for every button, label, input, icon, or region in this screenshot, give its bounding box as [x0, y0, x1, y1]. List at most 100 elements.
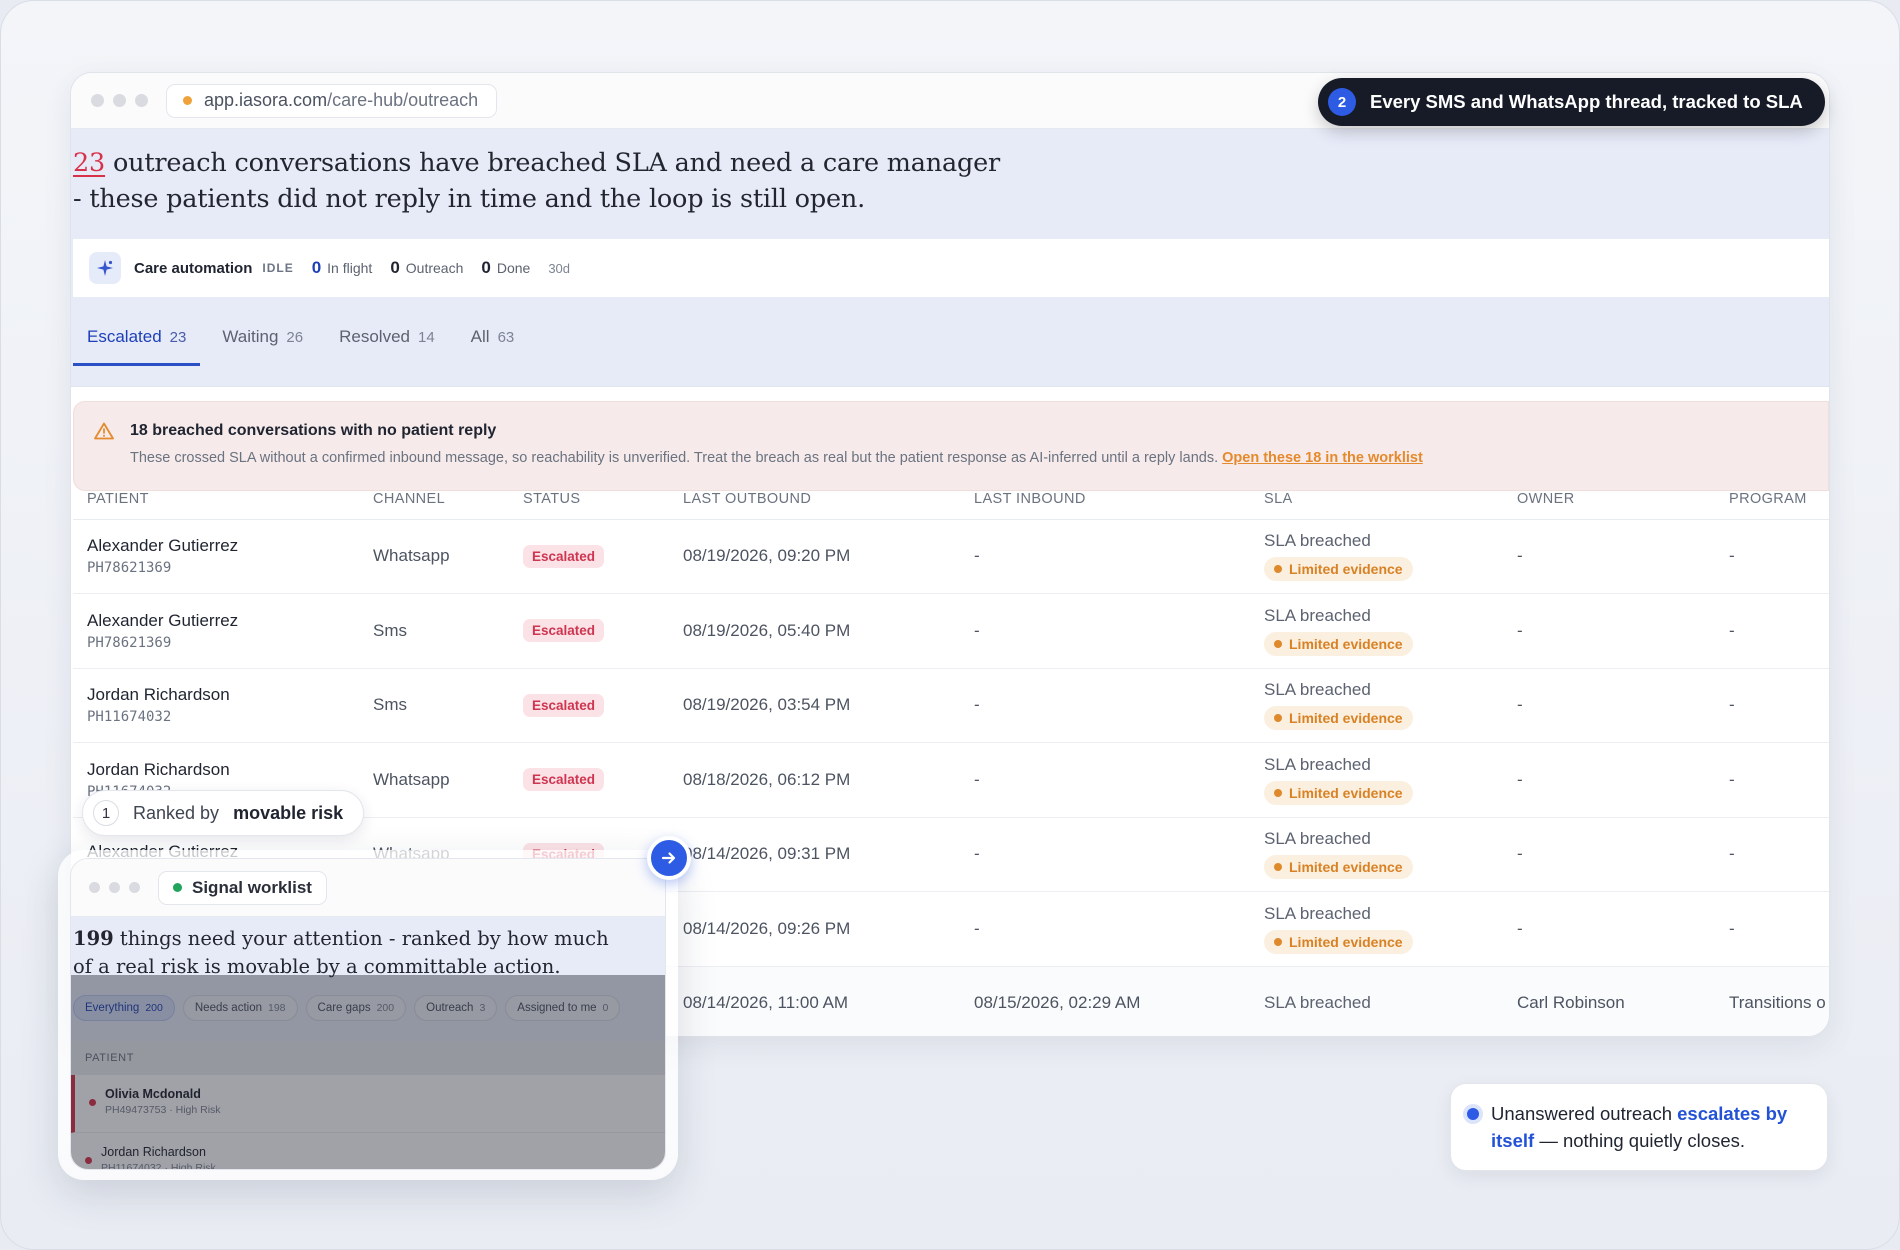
no-reply-alert: 18 breached conversations with no patien…	[73, 401, 1829, 491]
evidence-dot-icon	[1274, 714, 1282, 723]
chip-assigned-to-me[interactable]: Assigned to me 0	[505, 995, 621, 1021]
time-range-selector[interactable]: 30d	[548, 261, 570, 276]
chip-label: Care gaps	[317, 1002, 371, 1014]
chip-count: 198	[268, 1002, 286, 1014]
program-value: -	[1729, 620, 1735, 640]
cell-patient: Jordan Richardson PH11674032	[73, 668, 359, 743]
tab-waiting[interactable]: Waiting 26	[208, 327, 317, 366]
limited-evidence-badge[interactable]: Limited evidence	[1264, 706, 1413, 731]
chip-label: Everything	[85, 1002, 140, 1014]
limited-evidence-badge[interactable]: Limited evidence	[1264, 631, 1413, 656]
owner-value: -	[1517, 620, 1523, 640]
window-zoom-dot[interactable]	[135, 94, 148, 107]
evidence-label: Limited evidence	[1289, 859, 1403, 876]
cell-last-outbound: 08/18/2026, 06:12 PM	[669, 742, 960, 818]
table-row[interactable]: Jordan Richardson PH11674032 Sms Escalated 0…	[73, 668, 1829, 743]
worklist-patient-meta: PH49473753 · High Risk	[105, 1104, 221, 1116]
chip-care-gaps[interactable]: Care gaps 200	[305, 995, 407, 1021]
window-zoom-dot[interactable]	[129, 882, 140, 893]
callout-step-number: 2	[1328, 88, 1356, 116]
open-worklist-link[interactable]: Open these 18 in the worklist	[1222, 450, 1423, 466]
col-last-inbound[interactable]: LAST INBOUND	[960, 479, 1250, 520]
evidence-dot-icon	[1274, 937, 1282, 946]
table-row[interactable]: Alexander Gutierrez PH78621369 Whatsapp Esc…	[73, 519, 1829, 594]
tab-count: 14	[417, 329, 435, 346]
table-row[interactable]: Alexander Gutierrez PH78621369 Sms Escalate…	[73, 593, 1829, 669]
last-outbound-value: 08/19/2026, 09:20 PM	[683, 546, 851, 566]
col-channel[interactable]: CHANNEL	[359, 479, 509, 520]
cell-program: -	[1715, 668, 1829, 743]
patient-id: PH11674032	[87, 709, 172, 726]
cell-program: Transitions o	[1715, 966, 1829, 1036]
cell-channel: Whatsapp	[359, 742, 509, 818]
limited-evidence-badge[interactable]: Limited evidence	[1264, 855, 1413, 880]
chip-count: 200	[376, 1002, 395, 1014]
chip-everything[interactable]: Everything 200	[73, 995, 175, 1021]
window-minimize-dot[interactable]	[113, 94, 126, 107]
tab-resolved[interactable]: Resolved 14	[325, 327, 449, 366]
hero-line2: - these patients did not reply in time a…	[73, 184, 865, 214]
window-minimize-dot[interactable]	[109, 882, 120, 893]
cell-last-inbound: -	[960, 817, 1250, 892]
cell-last-inbound: -	[960, 593, 1250, 669]
breached-count-link[interactable]: 23	[73, 148, 105, 178]
owner-value: -	[1517, 844, 1523, 864]
cell-program: -	[1715, 742, 1829, 818]
last-inbound-value: -	[974, 844, 980, 864]
cell-owner: -	[1503, 593, 1715, 669]
limited-evidence-badge[interactable]: Limited evidence	[1264, 557, 1413, 582]
patient-name[interactable]: Jordan Richardson	[87, 760, 359, 780]
limited-evidence-badge[interactable]: Limited evidence	[1264, 780, 1413, 805]
col-status[interactable]: STATUS	[509, 479, 669, 520]
col-patient[interactable]: PATIENT	[73, 479, 359, 520]
patient-name[interactable]: Alexander Gutierrez	[87, 611, 359, 631]
address-bar[interactable]: app.iasora.com/care-hub/outreach	[166, 83, 498, 118]
chip-label: Assigned to me	[517, 1002, 597, 1014]
program-value: -	[1729, 546, 1735, 566]
evidence-dot-icon	[1274, 863, 1282, 872]
cell-sla: SLA breached Limited evidence	[1250, 891, 1503, 967]
chip-outreach[interactable]: Outreach 3	[414, 995, 498, 1021]
patient-name[interactable]: Jordan Richardson	[87, 685, 359, 705]
worklist-col-patient: PATIENT	[71, 1041, 665, 1075]
arrow-right-button[interactable]	[647, 836, 691, 880]
cell-channel: Sms	[359, 668, 509, 743]
col-sla[interactable]: SLA	[1250, 479, 1503, 520]
chip-count: 0	[602, 1002, 609, 1014]
tab-label: Waiting	[222, 327, 279, 346]
cell-last-outbound: 08/14/2026, 11:00 AM	[669, 966, 960, 1036]
tab-all[interactable]: All 63	[457, 327, 529, 366]
cell-owner: -	[1503, 891, 1715, 967]
tab-escalated[interactable]: Escalated 23	[73, 327, 201, 366]
col-owner[interactable]: OWNER	[1503, 479, 1715, 520]
done-value: 0	[481, 258, 491, 277]
cell-owner: -	[1503, 668, 1715, 743]
status-badge: Escalated	[523, 619, 605, 643]
cell-owner: Carl Robinson	[1503, 966, 1715, 1036]
last-outbound-value: 08/14/2026, 09:31 PM	[683, 844, 851, 864]
window-close-dot[interactable]	[89, 882, 100, 893]
worklist-chrome: Signal worklist	[71, 859, 665, 917]
chip-needs-action[interactable]: Needs action 198	[182, 995, 298, 1021]
worklist-tab-label: Signal worklist	[192, 877, 312, 897]
cell-owner: -	[1503, 817, 1715, 892]
window-close-dot[interactable]	[91, 94, 104, 107]
last-inbound-value: -	[974, 918, 980, 938]
sparkle-icon	[89, 252, 121, 284]
worklist-row[interactable]: Jordan Richardson PH11674032 · High Risk	[71, 1133, 665, 1169]
patient-name[interactable]: Alexander Gutierrez	[87, 536, 359, 556]
arrow-right-icon	[661, 852, 676, 864]
worklist-count: 199	[73, 927, 114, 950]
cell-channel: Whatsapp	[359, 519, 509, 594]
col-program[interactable]: PROGRAM	[1715, 479, 1829, 520]
worklist-row[interactable]: Olivia Mcdonald PH49473753 · High Risk	[71, 1075, 665, 1133]
ranked-emphasis: movable risk	[233, 802, 344, 823]
sla-status: SLA breached	[1264, 605, 1371, 625]
worklist-tab[interactable]: Signal worklist	[158, 870, 327, 905]
col-last-outbound[interactable]: LAST OUTBOUND	[669, 479, 960, 520]
limited-evidence-badge[interactable]: Limited evidence	[1264, 929, 1413, 954]
last-outbound-value: 08/18/2026, 06:12 PM	[683, 769, 851, 789]
cell-program: -	[1715, 817, 1829, 892]
last-outbound-value: 08/14/2026, 11:00 AM	[683, 993, 849, 1013]
cell-status: Escalated	[509, 593, 669, 669]
